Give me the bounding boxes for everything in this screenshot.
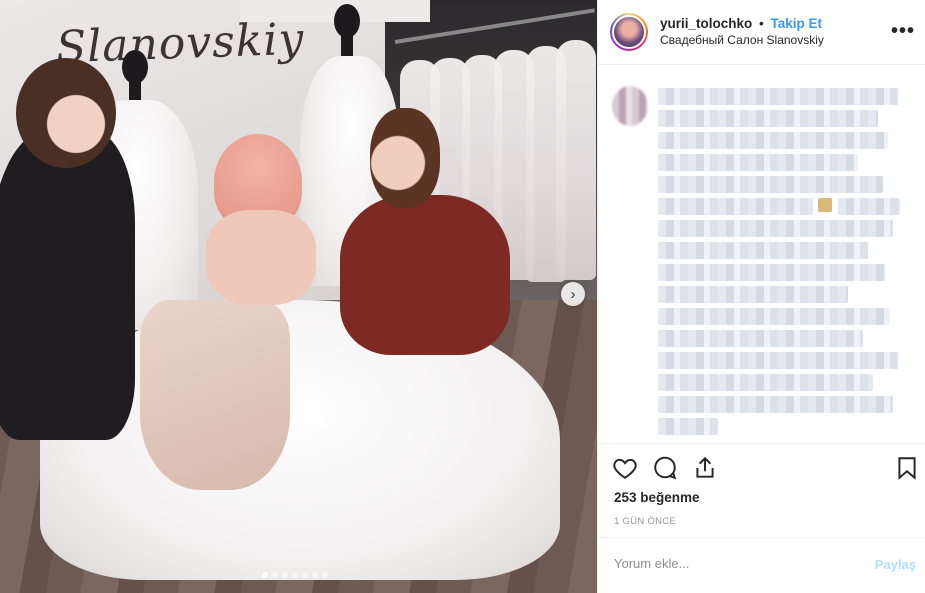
carousel-dot bbox=[302, 572, 308, 578]
like-count[interactable]: 253 beğenme bbox=[614, 490, 700, 505]
blurred-text bbox=[658, 220, 893, 237]
blurred-text bbox=[658, 88, 898, 105]
post-photo[interactable]: Slanovskiy › bbox=[0, 0, 597, 593]
carousel-dot bbox=[262, 572, 268, 578]
post-timestamp[interactable]: 1 GÜN ÖNCE bbox=[614, 516, 676, 527]
mannequin-neck bbox=[129, 80, 141, 102]
friend-figure bbox=[340, 195, 510, 355]
location-link[interactable]: Свадебный Салон Slanovskiy bbox=[660, 33, 824, 48]
blurred-text bbox=[658, 242, 868, 259]
mannequin-head bbox=[122, 50, 148, 84]
emoji-blurred bbox=[818, 198, 832, 212]
bride-hands bbox=[206, 210, 316, 305]
mannequin-head bbox=[334, 4, 360, 38]
salon-logo: Slanovskiy bbox=[55, 13, 306, 74]
username-link[interactable]: yurii_tolochko bbox=[660, 16, 752, 31]
avatar-image bbox=[612, 15, 646, 49]
satin-fabric bbox=[140, 300, 290, 490]
comment-input[interactable] bbox=[614, 556, 844, 571]
blurred-text bbox=[658, 110, 878, 127]
heart-icon[interactable] bbox=[612, 455, 638, 481]
post-side-panel: yurii_tolochko • Takip Et Свадебный Сало… bbox=[597, 0, 925, 593]
avatar[interactable] bbox=[610, 13, 648, 51]
chevron-right-icon: › bbox=[570, 285, 576, 303]
blurred-text bbox=[838, 198, 900, 215]
user-meta: yurii_tolochko • Takip Et Свадебный Сало… bbox=[660, 16, 824, 48]
post-header: yurii_tolochko • Takip Et Свадебный Сало… bbox=[598, 0, 925, 65]
comment-icon[interactable] bbox=[652, 455, 678, 481]
bookmark-icon[interactable] bbox=[894, 455, 920, 481]
blurred-text bbox=[658, 132, 888, 149]
carousel-dot bbox=[322, 572, 328, 578]
share-icon[interactable] bbox=[692, 455, 718, 481]
blurred-text bbox=[658, 418, 718, 435]
friend-head bbox=[370, 108, 440, 208]
follow-button[interactable]: Takip Et bbox=[771, 16, 823, 31]
carousel-dot bbox=[312, 572, 318, 578]
blurred-text bbox=[658, 352, 898, 369]
comments-area[interactable] bbox=[598, 66, 925, 442]
post-comment-button[interactable]: Paylaş bbox=[875, 557, 916, 572]
blurred-text bbox=[658, 308, 890, 325]
blurred-text bbox=[658, 396, 893, 413]
blurred-text bbox=[658, 330, 863, 347]
user-line: yurii_tolochko • Takip Et bbox=[660, 16, 824, 33]
blurred-text bbox=[658, 374, 873, 391]
carousel-indicator bbox=[262, 572, 328, 578]
mannequin-neck bbox=[341, 34, 353, 56]
more-options-icon[interactable]: ••• bbox=[891, 20, 915, 43]
blurred-text bbox=[658, 176, 883, 193]
consultant-figure bbox=[0, 130, 135, 440]
commenter-avatar-blurred bbox=[612, 86, 648, 126]
blurred-text bbox=[658, 286, 848, 303]
hanging-dress bbox=[556, 40, 596, 280]
blurred-text bbox=[658, 154, 858, 171]
consultant-head bbox=[16, 58, 116, 168]
comment-form: Paylaş bbox=[598, 537, 925, 593]
carousel-dot bbox=[292, 572, 298, 578]
blurred-text bbox=[658, 198, 813, 215]
blurred-text bbox=[658, 264, 886, 281]
separator: • bbox=[759, 16, 764, 32]
carousel-dot bbox=[272, 572, 278, 578]
carousel-dot bbox=[282, 572, 288, 578]
post-actions-bar bbox=[598, 443, 925, 495]
next-photo-button[interactable]: › bbox=[561, 282, 585, 306]
